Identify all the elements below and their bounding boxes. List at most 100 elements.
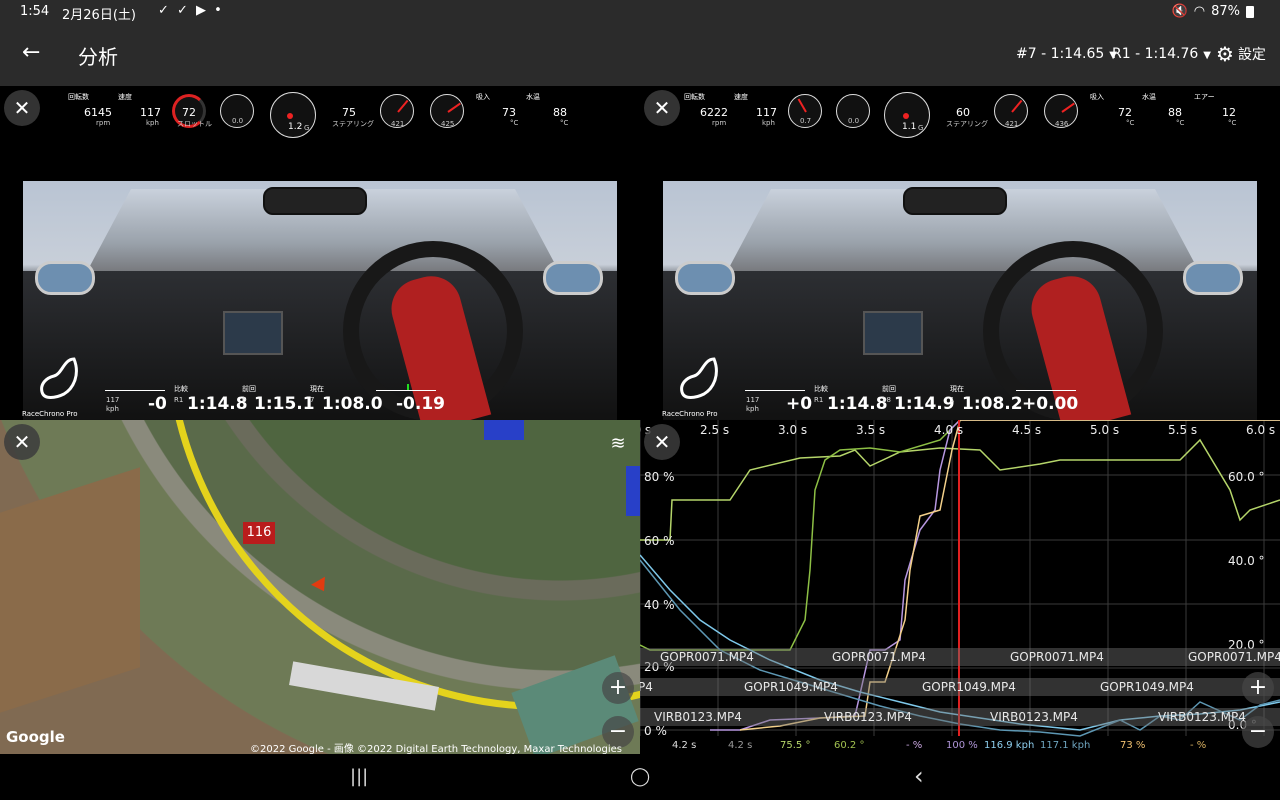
- now-time: 1:08.0: [322, 394, 383, 414]
- left-axis-tick: 0 %: [644, 724, 667, 738]
- speed-unit: kph: [762, 119, 775, 127]
- left-axis-tick: 60 %: [644, 534, 675, 548]
- footer-readout: 73 %: [1120, 740, 1146, 751]
- satellite-map[interactable]: 116 ✕ ≋ + − Google ©2022 Google - 画像 ©20…: [0, 420, 640, 754]
- close-icon: ✕: [13, 430, 31, 454]
- compare-tag: R1: [814, 396, 824, 404]
- left-axis-tick: 40 %: [644, 598, 675, 612]
- water-value: 88: [1168, 106, 1182, 119]
- zoom-out-button[interactable]: −: [1242, 716, 1274, 748]
- compare-time: 1:14.8: [187, 394, 248, 414]
- close-video-button[interactable]: ✕: [644, 90, 680, 126]
- video-pane-right[interactable]: ✕ 回転数 6222 rpm 速度 117 kph 0.7 0.0 1.1 G …: [640, 86, 1280, 420]
- telemetry-graph[interactable]: 2.0 s2.5 s3.0 s3.5 s4.0 s4.5 s5.0 s5.5 s…: [640, 420, 1280, 754]
- g-force-unit: G: [304, 124, 310, 132]
- rpm-value: 6145: [84, 106, 112, 119]
- zoom-in-button[interactable]: +: [602, 672, 634, 704]
- settings-button[interactable]: ⚙ 設定: [1216, 42, 1266, 66]
- tach-dial-value: 421: [1005, 120, 1019, 128]
- x-axis-tick: 4.5 s: [1012, 423, 1042, 437]
- rpm-unit: rpm: [712, 119, 727, 127]
- racechrono-logo: RaceChrono Pro: [662, 410, 718, 418]
- zoom-in-button[interactable]: +: [1242, 672, 1274, 704]
- video-file-label: GOPR0071.MP4: [1010, 650, 1104, 664]
- map-field: [0, 467, 140, 713]
- clock: 1:54: [20, 4, 50, 19]
- map-copyright: ©2022 Google - 画像 ©2022 Digital Earth Te…: [250, 744, 622, 754]
- close-graph-button[interactable]: ✕: [644, 424, 680, 460]
- compare-tag: R1: [174, 396, 184, 404]
- steering-label: ステアリング: [332, 120, 374, 128]
- wifi-icon: ◠: [1193, 4, 1206, 19]
- track-map-icon: [680, 357, 718, 399]
- video-file-label: P4: [640, 680, 653, 694]
- now-tag: 7: [310, 396, 315, 404]
- water-label: 水温: [1142, 93, 1156, 101]
- right-axis-tick: 40.0 °: [1228, 554, 1265, 568]
- water-value: 88: [553, 106, 567, 119]
- steering-value: 60: [956, 106, 970, 119]
- footer-readout: 75.5 °: [780, 740, 811, 751]
- video-file-label: VIRB0123.MP4: [990, 710, 1078, 724]
- google-logo: Google: [6, 728, 65, 746]
- water-unit: °C: [1176, 119, 1185, 127]
- lap-selector-compare-label: R1 - 1:14.76: [1112, 46, 1199, 62]
- layers-button[interactable]: ≋: [604, 430, 632, 458]
- rpm-label: 回転数: [68, 93, 89, 101]
- intake-unit: °C: [510, 119, 519, 127]
- lap-selector-compare[interactable]: R1 - 1:14.76 ▼: [1112, 46, 1211, 62]
- map-overlay-region: [626, 466, 640, 516]
- video-file-label: VIRB0123.MP4: [1158, 710, 1246, 724]
- video-file-label: GOPR1049.MP4: [1100, 680, 1194, 694]
- footer-readout: 100 %: [946, 740, 978, 751]
- footer-readout: - %: [906, 740, 923, 751]
- video-file-label: GOPR0071.MP4: [660, 650, 754, 664]
- notification-icons: ✓ ✓ ▶ •: [158, 3, 224, 18]
- speed-value: 117: [140, 106, 161, 119]
- video-pane-left[interactable]: ✕ 回転数 6145 rpm 速度 117 kph 72 スロットル 0.0 1…: [0, 86, 640, 420]
- recents-button[interactable]: |||: [350, 766, 368, 787]
- racechrono-logo: RaceChrono Pro: [22, 410, 78, 418]
- date: 2月26日(土): [62, 8, 136, 23]
- close-map-button[interactable]: ✕: [4, 424, 40, 460]
- lap-selector-primary[interactable]: #7 - 1:14.65 ▼: [1016, 46, 1117, 62]
- home-button[interactable]: ◯: [630, 766, 650, 787]
- steering-label: ステアリング: [946, 120, 988, 128]
- water-label: 水温: [526, 93, 540, 101]
- speed-value: 117: [756, 106, 777, 119]
- mute-icon: 🔇: [1171, 4, 1188, 19]
- map-overlay-region: [484, 420, 524, 440]
- video-file-label: VIRB0123.MP4: [824, 710, 912, 724]
- speed-dial-value: 425: [441, 120, 455, 128]
- g-force-value: 1.1: [902, 122, 917, 132]
- video-file-label: GOPR0071.MP4: [1188, 650, 1280, 664]
- close-icon: ✕: [653, 430, 671, 454]
- prev-time: 1:14.9: [894, 394, 955, 414]
- gauge-dial-value: 0.7: [800, 117, 812, 125]
- prev-label: 前回: [882, 385, 896, 393]
- track-map-icon: [40, 357, 78, 399]
- close-icon: ✕: [653, 96, 671, 120]
- x-axis-tick: 3.5 s: [856, 423, 886, 437]
- position-marker[interactable]: 116: [243, 522, 275, 544]
- compare-time: 1:14.8: [827, 394, 888, 414]
- delta-value: +0: [786, 394, 813, 414]
- prev-tag: 6: [242, 396, 247, 404]
- throttle-label: スロットル: [177, 120, 212, 128]
- bar-speed-unit: kph: [746, 405, 759, 413]
- x-axis-tick: 5.0 s: [1090, 423, 1120, 437]
- air-label: エアー: [1194, 93, 1215, 101]
- right-axis-tick: 60.0 °: [1228, 470, 1265, 484]
- steering-value: 75: [342, 106, 356, 119]
- now-label: 現在: [310, 385, 324, 393]
- bar-speed-unit: kph: [106, 405, 119, 413]
- close-video-button[interactable]: ✕: [4, 90, 40, 126]
- back-arrow-icon[interactable]: ←: [22, 40, 40, 65]
- now-time: 1:08.2: [962, 394, 1023, 414]
- intake-value: 73: [502, 106, 516, 119]
- battery-level: 87%: [1211, 4, 1240, 19]
- footer-readout: 4.2 s: [672, 740, 697, 751]
- back-button[interactable]: ‹: [914, 762, 924, 790]
- air-unit: °C: [1228, 119, 1237, 127]
- g-force-unit: G: [918, 124, 924, 132]
